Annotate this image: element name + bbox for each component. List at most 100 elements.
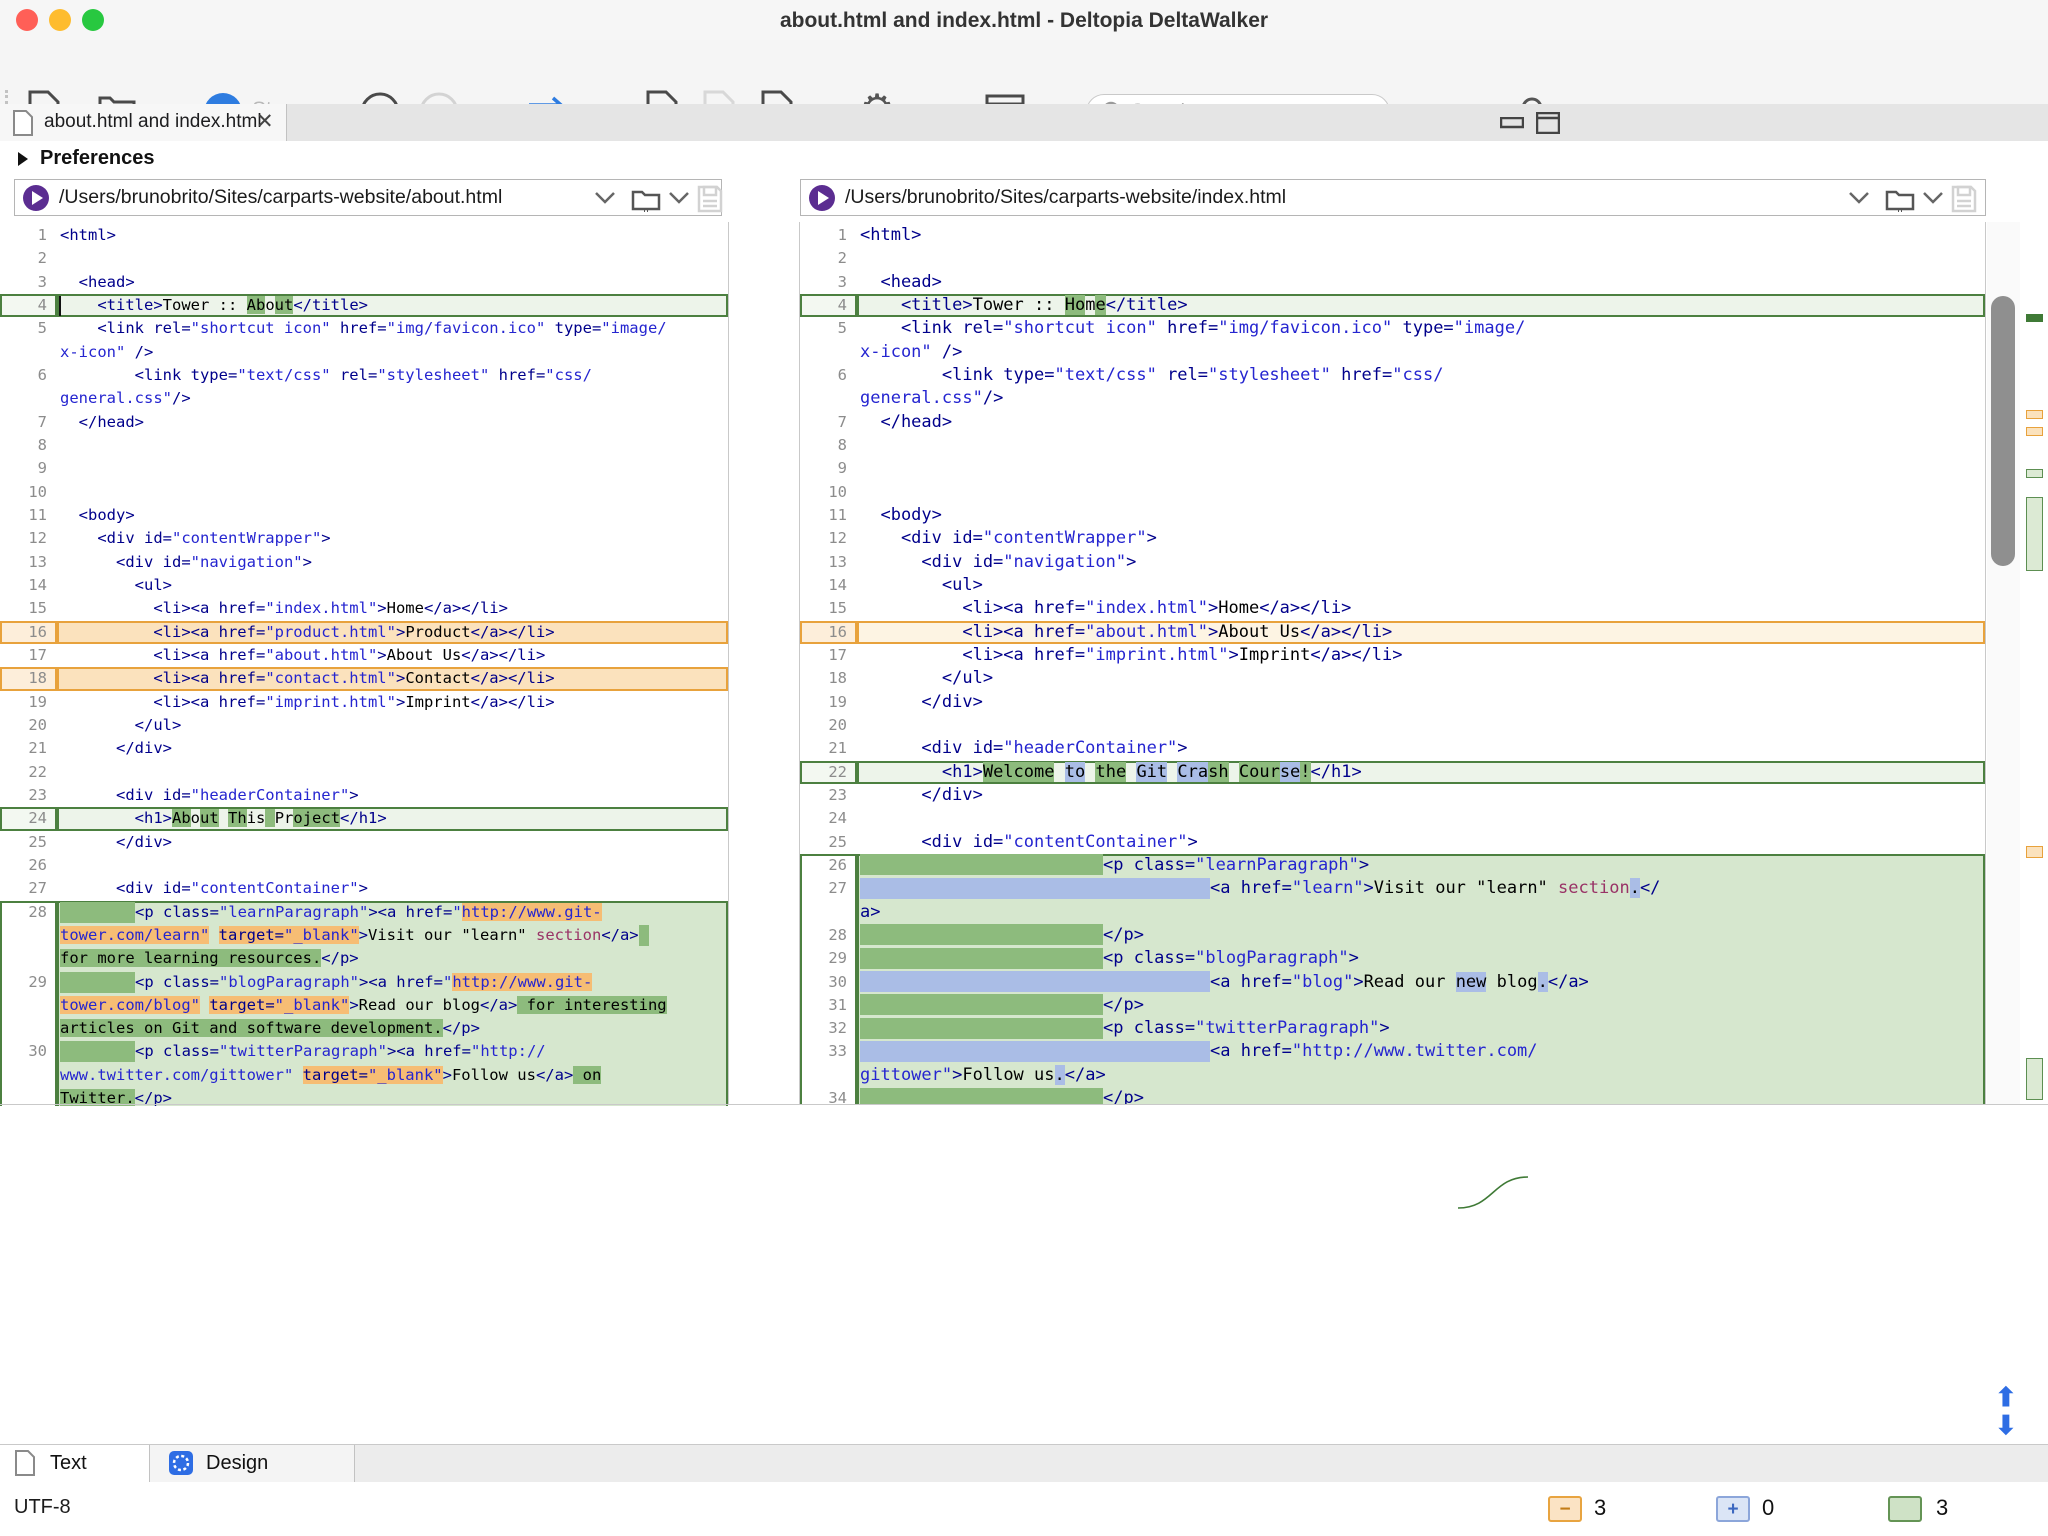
- code-text[interactable]: <div id="contentContainer">: [857, 831, 1985, 854]
- code-text[interactable]: a>: [857, 901, 1985, 924]
- code-row[interactable]: 3 <head>: [0, 271, 728, 294]
- code-text[interactable]: </ul>: [857, 667, 1985, 690]
- code-row[interactable]: 31</p>: [800, 994, 1985, 1017]
- code-row[interactable]: 12 <div id="contentWrapper">: [800, 527, 1985, 550]
- code-row[interactable]: 6 <link type="text/css" rel="stylesheet"…: [800, 364, 1985, 387]
- code-text[interactable]: </div>: [57, 831, 728, 854]
- code-row[interactable]: 14 <ul>: [800, 574, 1985, 597]
- code-row[interactable]: 12 <div id="contentWrapper">: [0, 527, 728, 550]
- code-row[interactable]: 33<a href="http://www.twitter.com/: [800, 1040, 1985, 1063]
- ruler-diff-marker[interactable]: [2026, 314, 2043, 322]
- code-text[interactable]: x-icon" />: [857, 341, 1985, 364]
- code-text[interactable]: <link type="text/css" rel="stylesheet" h…: [857, 364, 1985, 387]
- code-row[interactable]: 21 <div id="headerContainer">: [800, 737, 1985, 760]
- save-icon[interactable]: [1951, 185, 1977, 213]
- code-row[interactable]: 10: [0, 481, 728, 504]
- go-up-arrow-icon[interactable]: ⬆: [1995, 1384, 2017, 1410]
- code-row[interactable]: 22: [0, 761, 728, 784]
- code-text[interactable]: </div>: [857, 784, 1985, 807]
- code-text[interactable]: <li><a href="contact.html">Contact</a></…: [57, 667, 728, 690]
- code-text[interactable]: </p>: [857, 1087, 1985, 1104]
- code-text[interactable]: <a href="learn">Visit our "learn" sectio…: [857, 877, 1985, 900]
- code-row[interactable]: x-icon" />: [0, 341, 728, 364]
- code-row[interactable]: 18 <li><a href="contact.html">Contact</a…: [0, 667, 728, 690]
- code-row[interactable]: 5 <link rel="shortcut icon" href="img/fa…: [0, 317, 728, 340]
- code-text[interactable]: <p class="blogParagraph"><a href="http:/…: [57, 971, 728, 994]
- code-row[interactable]: 23 </div>: [800, 784, 1985, 807]
- right-file-path-bar[interactable]: /Users/brunobrito/Sites/carparts-website…: [800, 179, 1986, 216]
- code-text[interactable]: <div id="headerContainer">: [57, 784, 728, 807]
- browse-folder-icon[interactable]: [1885, 186, 1915, 212]
- code-row[interactable]: 19 <li><a href="imprint.html">Imprint</a…: [0, 691, 728, 714]
- code-text[interactable]: [857, 247, 1985, 270]
- code-text[interactable]: <div id="contentContainer">: [57, 877, 728, 900]
- code-text[interactable]: </div>: [857, 691, 1985, 714]
- code-row[interactable]: 27 <div id="contentContainer">: [0, 877, 728, 900]
- code-text[interactable]: for more learning resources.</p>: [57, 947, 728, 970]
- code-text[interactable]: <html>: [857, 224, 1985, 247]
- code-text[interactable]: <li><a href="product.html">Product</a></…: [57, 621, 728, 644]
- code-row[interactable]: 34</p>: [800, 1087, 1985, 1104]
- code-row[interactable]: tower.com/learn" target="_blank">Visit o…: [0, 924, 728, 947]
- code-text[interactable]: x-icon" />: [57, 341, 728, 364]
- overview-ruler[interactable]: [2020, 222, 2048, 1104]
- code-row[interactable]: 7 </head>: [0, 411, 728, 434]
- code-row[interactable]: 19 </div>: [800, 691, 1985, 714]
- code-row[interactable]: 11 <body>: [0, 504, 728, 527]
- code-row[interactable]: 1<html>: [0, 224, 728, 247]
- code-text[interactable]: <p class="blogParagraph">: [857, 947, 1985, 970]
- code-text[interactable]: <div id="contentWrapper">: [857, 527, 1985, 550]
- code-text[interactable]: <ul>: [857, 574, 1985, 597]
- code-text[interactable]: general.css"/>: [57, 387, 728, 410]
- ruler-diff-marker[interactable]: [2026, 497, 2043, 571]
- code-text[interactable]: <body>: [857, 504, 1985, 527]
- right-editor-pane[interactable]: 1<html>23 <head>4 <title>Tower :: Home</…: [800, 222, 1986, 1104]
- minimize-pane-icon[interactable]: [1500, 117, 1524, 129]
- code-text[interactable]: <title>Tower :: About</title>: [57, 294, 728, 317]
- code-row[interactable]: 6 <link type="text/css" rel="stylesheet"…: [0, 364, 728, 387]
- code-text[interactable]: <div id="navigation">: [857, 551, 1985, 574]
- comparison-tab[interactable]: about.html and index.html ✕: [0, 104, 287, 141]
- code-row[interactable]: 14 <ul>: [0, 574, 728, 597]
- code-text[interactable]: <a href="http://www.twitter.com/: [857, 1040, 1985, 1063]
- code-row[interactable]: 10: [800, 481, 1985, 504]
- code-text[interactable]: <ul>: [57, 574, 728, 597]
- code-row[interactable]: 18 </ul>: [800, 667, 1985, 690]
- preferences-section[interactable]: Preferences: [0, 141, 2048, 177]
- ruler-diff-marker[interactable]: [2026, 410, 2043, 419]
- code-text[interactable]: [857, 457, 1985, 480]
- close-tab-icon[interactable]: ✕: [256, 109, 274, 134]
- code-row[interactable]: 24: [800, 807, 1985, 830]
- code-row[interactable]: 24 <h1>About This Project</h1>: [0, 807, 728, 830]
- code-text[interactable]: <p class="learnParagraph">: [857, 854, 1985, 877]
- ruler-diff-marker[interactable]: [2026, 469, 2043, 478]
- code-text[interactable]: <h1>About This Project</h1>: [57, 807, 728, 830]
- code-text[interactable]: <body>: [57, 504, 728, 527]
- code-row[interactable]: 4 <title>Tower :: About</title>: [0, 294, 728, 317]
- path-dropdown-chevron-icon[interactable]: [1847, 191, 1871, 205]
- code-row[interactable]: 4 <title>Tower :: Home</title>: [800, 294, 1985, 317]
- code-text[interactable]: tower.com/learn" target="_blank">Visit o…: [57, 924, 728, 947]
- code-text[interactable]: <li><a href="about.html">About Us</a></l…: [857, 621, 1985, 644]
- code-text[interactable]: <p class="twitterParagraph"><a href="htt…: [57, 1040, 728, 1063]
- browse-folder-icon[interactable]: [631, 186, 661, 212]
- code-text[interactable]: <html>: [57, 224, 728, 247]
- code-text[interactable]: <li><a href="index.html">Home</a></li>: [57, 597, 728, 620]
- ruler-diff-marker[interactable]: [2026, 1058, 2043, 1100]
- code-text[interactable]: [57, 247, 728, 270]
- code-text[interactable]: <head>: [57, 271, 728, 294]
- code-text[interactable]: </ul>: [57, 714, 728, 737]
- folder-dropdown-chevron-icon[interactable]: [667, 191, 691, 205]
- code-row[interactable]: 29<p class="blogParagraph">: [800, 947, 1985, 970]
- code-text[interactable]: tower.com/blog" target="_blank">Read our…: [57, 994, 728, 1017]
- code-row[interactable]: 13 <div id="navigation">: [0, 551, 728, 574]
- go-down-arrow-icon[interactable]: ⬇: [1995, 1412, 2017, 1438]
- code-text[interactable]: [57, 854, 728, 877]
- code-text[interactable]: <div id="navigation">: [57, 551, 728, 574]
- code-text[interactable]: <div id="headerContainer">: [857, 737, 1985, 760]
- code-row[interactable]: 26: [0, 854, 728, 877]
- code-text[interactable]: general.css"/>: [857, 387, 1985, 410]
- code-text[interactable]: gittower">Follow us.</a>: [857, 1064, 1985, 1087]
- code-text[interactable]: [857, 434, 1985, 457]
- code-row[interactable]: 22 <h1>Welcome to the Git Crash Course!<…: [800, 761, 1985, 784]
